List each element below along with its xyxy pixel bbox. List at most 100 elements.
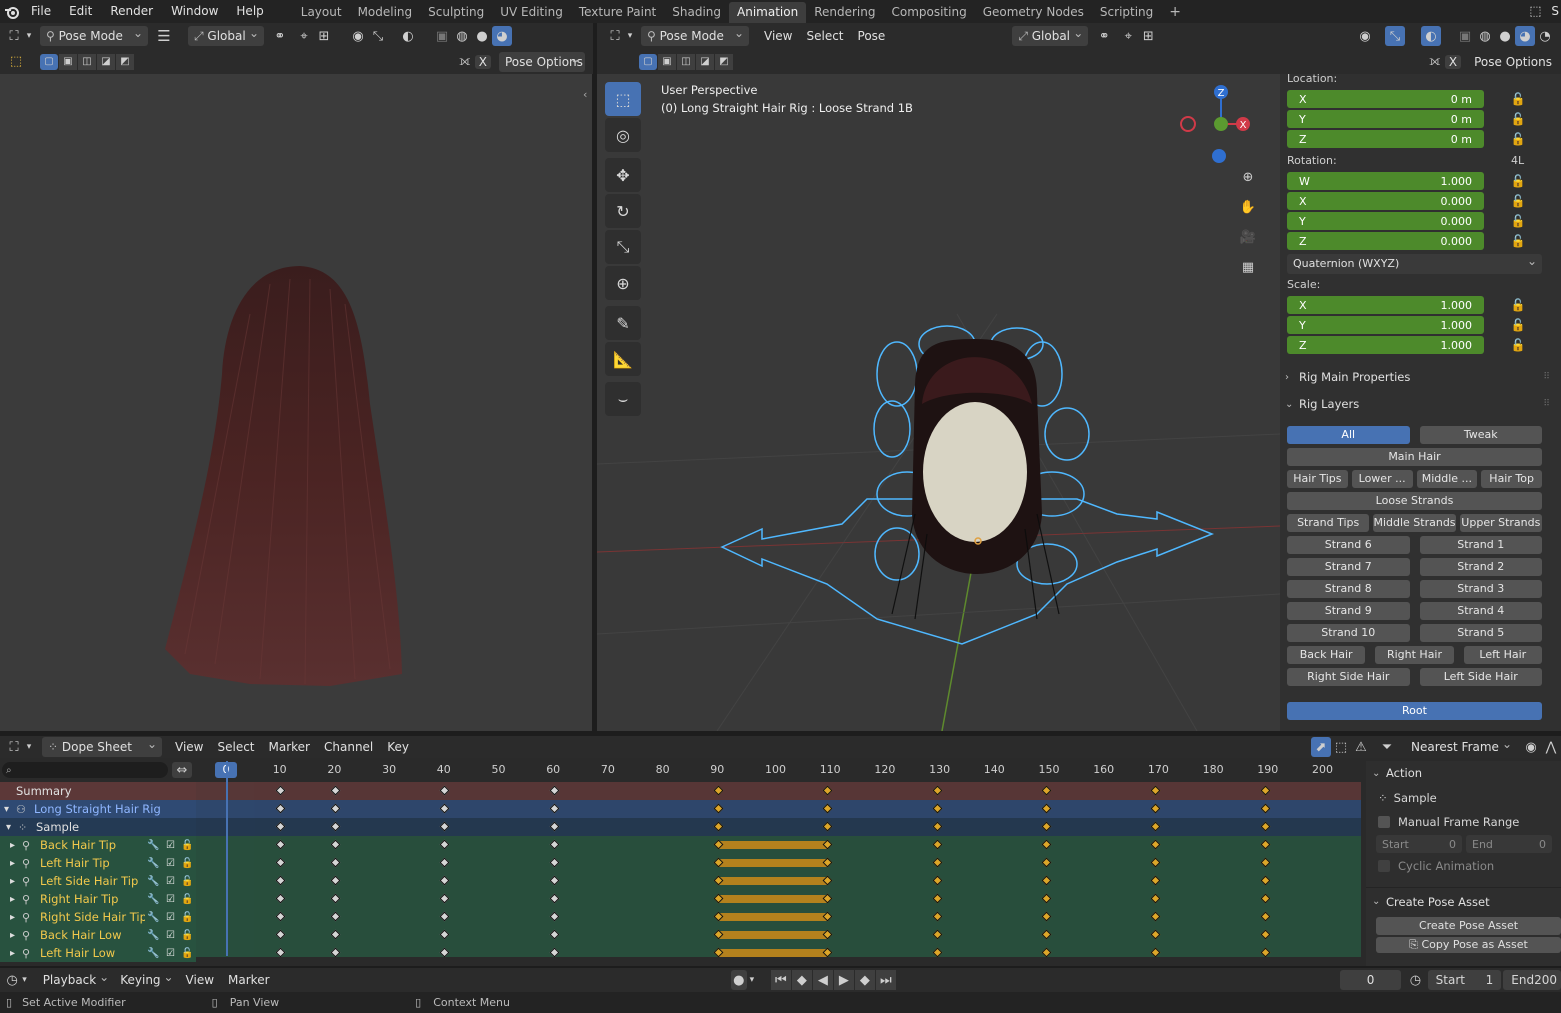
keyframe[interactable] [1041,947,1052,957]
keyframe[interactable] [549,947,560,957]
layer-strand-4-button[interactable]: Strand 4 [1419,602,1542,620]
collapse-arrow-icon[interactable]: ▾ [4,804,16,815]
keyframe[interactable] [1041,803,1052,814]
lock-icon[interactable]: 🔓 [1509,338,1527,352]
wrench-icon[interactable]: 🔧 [145,930,162,941]
playback-dropdown[interactable]: Playback [37,967,115,990]
keyframe[interactable] [932,911,943,922]
rotation-w-field[interactable]: W 1.000 [1287,172,1484,190]
layer-hair-tips-button[interactable]: Hair Tips [1287,470,1348,488]
select-tool-icon[interactable]: ⬚ [605,82,641,116]
layer-strand-9-button[interactable]: Strand 9 [1287,602,1410,620]
lock-icon[interactable]: 🔓 [1509,234,1527,248]
dope-mode-dropdown[interactable]: ⁘ Dope Sheet [42,734,162,757]
clock-icon[interactable]: ◷ [1407,970,1423,990]
keyframe[interactable] [1260,857,1271,868]
snap-target-icon[interactable]: ⊞ [314,26,334,46]
keyframe[interactable] [1260,947,1271,957]
keyframe[interactable] [275,821,286,832]
keyframe[interactable] [1260,929,1271,940]
keyframe[interactable] [275,911,286,922]
keyframe[interactable] [439,821,450,832]
lock-icon[interactable]: 🔓 [1509,194,1527,208]
keyframe[interactable] [932,929,943,940]
layer-strand-2-button[interactable]: Strand 2 [1419,558,1542,576]
rotate-tool-icon[interactable]: ↻ [605,194,641,228]
keyframe[interactable] [275,893,286,904]
keyframe[interactable] [439,857,450,868]
right-menu-pose[interactable]: Pose [851,29,893,43]
keyframe[interactable] [439,947,450,957]
keyframe[interactable] [549,803,560,814]
keyframe[interactable] [439,893,450,904]
drag-handle-icon[interactable]: ⠿ [1543,372,1550,382]
lock-icon[interactable]: 🔓 [179,840,196,851]
keyframe[interactable] [932,947,943,957]
create-pose-asset-header[interactable]: ⌄ Create Pose Asset [1366,887,1561,915]
select-subtract-icon[interactable]: ◫ [677,53,695,70]
lock-icon[interactable]: 🔓 [179,948,196,959]
keyframe[interactable] [1150,821,1161,832]
relax-tool-icon[interactable]: ⌣ [605,382,641,416]
left-render-viewport[interactable]: ‹ [0,74,592,731]
snap-mode-dropdown[interactable]: Nearest Frame [1405,734,1517,757]
lock-icon[interactable]: 🔓 [179,894,196,905]
expand-arrow-icon[interactable]: ▸ [10,858,22,869]
mirror-icon[interactable]: ⟗ [1425,52,1445,72]
keyframe[interactable] [1041,839,1052,850]
dope-menu-channel[interactable]: Channel [317,740,380,754]
add-workspace-button[interactable]: + [1161,2,1189,23]
transform-tool-icon[interactable]: ⊕ [605,266,641,300]
proportional-edit-icon[interactable]: ◉ [1521,737,1541,757]
keyframe[interactable] [330,929,341,940]
annotate-tool-icon[interactable]: ✎ [605,306,641,340]
expand-arrow-icon[interactable]: ▸ [10,930,22,941]
expand-arrow-icon[interactable]: ▸ [10,840,22,851]
pivot-icon[interactable]: ⚭ [1094,26,1114,46]
left-orientation-dropdown[interactable]: ⤢ Global [188,23,264,46]
range-start-field[interactable]: Start 0 [1376,835,1462,853]
range-end-field[interactable]: End 0 [1466,835,1552,853]
collapse-arrow-icon[interactable]: ▾ [6,822,18,833]
keyframe[interactable] [822,821,833,832]
tab-modeling[interactable]: Modeling [350,2,421,23]
wireframe-shading-icon[interactable]: ◍ [1475,26,1495,46]
pan-hand-icon[interactable]: ✋ [1237,196,1259,218]
tab-texture-paint[interactable]: Texture Paint [571,2,664,23]
layer-left-side-hair-button[interactable]: Left Side Hair [1419,668,1542,686]
snap-icon[interactable]: ⌖ [1118,26,1138,46]
keyframe[interactable] [1041,875,1052,886]
layer-back-hair-button[interactable]: Back Hair [1287,646,1366,664]
keyframe[interactable] [713,821,724,832]
checkbox-icon[interactable]: ☑ [162,858,179,869]
chevron-down-icon[interactable]: ▾ [24,26,34,46]
timeline-editor-type-icon[interactable]: ◷ [4,970,20,990]
jump-end-icon[interactable]: ⏭ [875,970,896,990]
keyframe[interactable] [713,803,724,814]
checkbox-icon[interactable]: ☑ [162,930,179,941]
layer-loose-strands-button[interactable]: Loose Strands [1287,492,1542,510]
keyframe[interactable] [330,839,341,850]
keyframe[interactable] [1150,893,1161,904]
keyframe[interactable] [439,911,450,922]
checkbox-icon[interactable]: ☑ [162,876,179,887]
dope-menu-select[interactable]: Select [210,740,261,754]
select-extend-icon[interactable]: ▣ [658,53,676,70]
checkbox-icon[interactable] [1378,816,1390,828]
tab-geometry-nodes[interactable]: Geometry Nodes [975,2,1092,23]
right-x-toggle[interactable]: X [1444,54,1462,69]
select-new-icon[interactable]: ▢ [639,53,657,70]
keyframe[interactable] [549,785,560,796]
playhead-line[interactable] [226,761,228,956]
keyframe[interactable] [275,947,286,957]
keyframe[interactable] [932,893,943,904]
action-name-row[interactable]: ⁘ Sample [1366,785,1561,811]
current-frame-field[interactable]: 0 [1339,970,1402,990]
timeline-menu-marker[interactable]: Marker [221,973,276,987]
right-orientation-dropdown[interactable]: ⤢ Global [1012,23,1089,46]
keyframe[interactable] [1150,785,1161,796]
menu-help[interactable]: Help [227,0,272,23]
keyframe[interactable] [549,821,560,832]
hamburger-menu-icon[interactable]: ☰ [154,26,174,46]
prev-keyframe-icon[interactable]: ◆ [791,970,812,990]
